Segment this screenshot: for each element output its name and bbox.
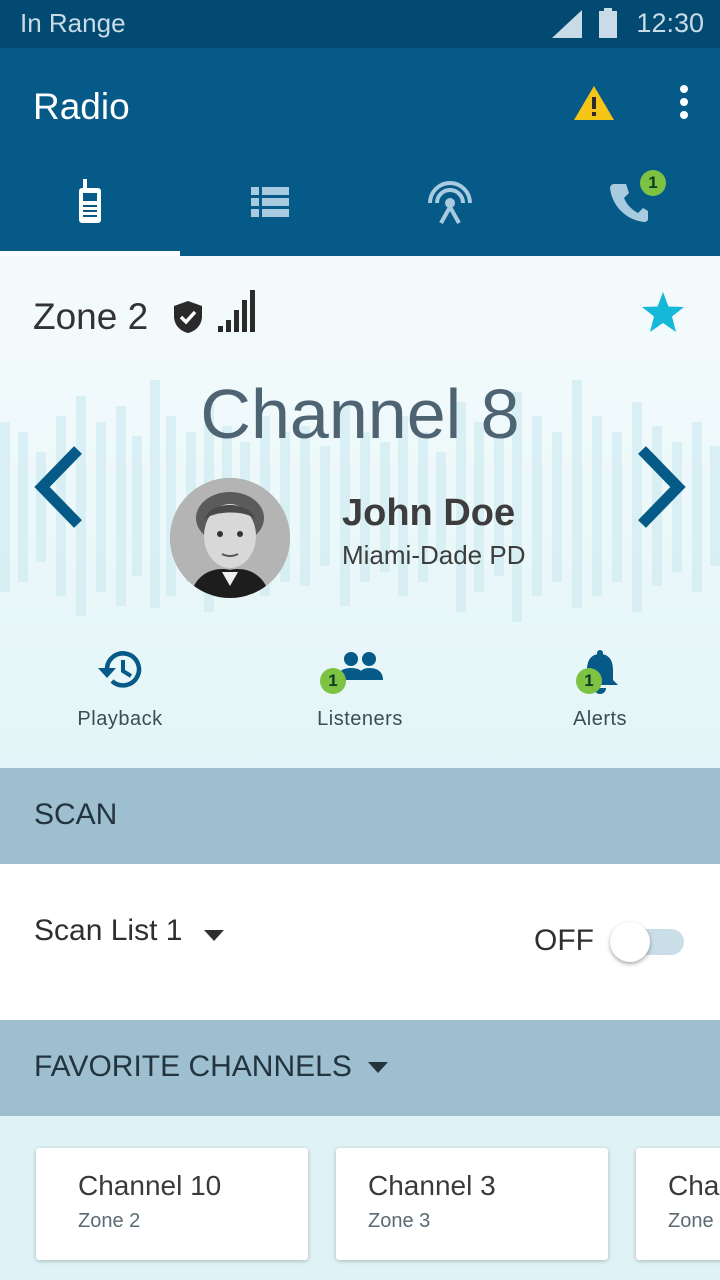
favorite-star-icon[interactable]	[640, 290, 686, 334]
scan-toggle-label: OFF	[534, 924, 594, 957]
cell-signal-icon	[552, 10, 582, 38]
scan-header-label: SCAN	[34, 798, 118, 831]
listeners-button[interactable]: 1 Listeners	[240, 640, 480, 750]
next-channel-icon[interactable]	[630, 442, 690, 532]
tab-broadcast[interactable]	[360, 148, 540, 256]
favorite-channel-name: Channel 10	[78, 1170, 222, 1201]
shield-check-icon	[174, 301, 202, 333]
favorite-channel-name: Channel 3	[368, 1170, 496, 1201]
clock: 12:30	[636, 8, 704, 38]
listeners-badge: 1	[320, 668, 346, 694]
channel-hero: Zone 2 Channel 8 John Doe Miami-Dade PD …	[0, 256, 720, 768]
history-icon	[98, 651, 142, 688]
listeners-label: Listeners	[317, 708, 403, 730]
favorites-carousel: Channel 10 Zone 2 Channel 3 Zone 3 Chann…	[0, 1116, 720, 1280]
tab-list[interactable]	[180, 148, 360, 256]
tab-radio[interactable]	[0, 148, 180, 256]
favorite-channel-card[interactable]: Channel 3 Zone 3	[336, 1148, 608, 1260]
more-vert-icon[interactable]	[672, 84, 696, 120]
user-org: Miami-Dade PD	[342, 540, 526, 570]
alerts-button[interactable]: 1 Alerts	[480, 640, 720, 750]
favorite-channel-zone: Zone 1	[668, 1210, 720, 1232]
warning-icon[interactable]	[572, 84, 616, 122]
favorite-channel-name: Channel 5	[668, 1170, 720, 1201]
app-bar: Radio 1	[0, 48, 720, 256]
list-icon	[251, 187, 289, 217]
calls-badge: 1	[640, 170, 666, 196]
favorites-section-header[interactable]: FAVORITE CHANNELS	[0, 1020, 720, 1116]
alerts-badge: 1	[576, 668, 602, 694]
playback-button[interactable]: Playback	[0, 640, 240, 750]
radio-icon	[79, 179, 101, 223]
dropdown-caret-icon[interactable]	[204, 930, 224, 942]
favorite-channel-zone: Zone 2	[78, 1210, 141, 1232]
favorite-channel-card[interactable]: Channel 10 Zone 2	[36, 1148, 308, 1260]
battery-icon	[599, 8, 617, 38]
broadcast-icon	[428, 181, 472, 224]
scan-list-dropdown[interactable]: Scan List 1	[34, 914, 182, 948]
avatar	[170, 478, 290, 598]
zone-title: Zone 2	[33, 296, 149, 337]
favorites-caret-icon[interactable]	[368, 1062, 388, 1074]
status-text: In Range	[20, 8, 126, 38]
favorite-channel-zone: Zone 3	[368, 1210, 431, 1232]
scan-row: Scan List 1 OFF	[0, 864, 720, 1020]
app-title: Radio	[33, 86, 130, 127]
channel-name: Channel 8	[200, 375, 520, 453]
favorite-channel-card[interactable]: Channel 5 Zone 1	[636, 1148, 720, 1260]
alerts-label: Alerts	[572, 708, 628, 730]
tab-calls[interactable]: 1	[540, 148, 720, 256]
playback-label: Playback	[77, 708, 163, 730]
scan-toggle-knob[interactable]	[610, 922, 650, 962]
scan-section-header: SCAN	[0, 768, 720, 864]
user-name: John Doe	[342, 492, 516, 534]
favorites-header-label: FAVORITE CHANNELS	[34, 1050, 352, 1083]
signal-strength-icon	[218, 290, 255, 332]
status-bar: In Range 12:30	[0, 0, 720, 48]
previous-channel-icon[interactable]	[30, 442, 90, 532]
